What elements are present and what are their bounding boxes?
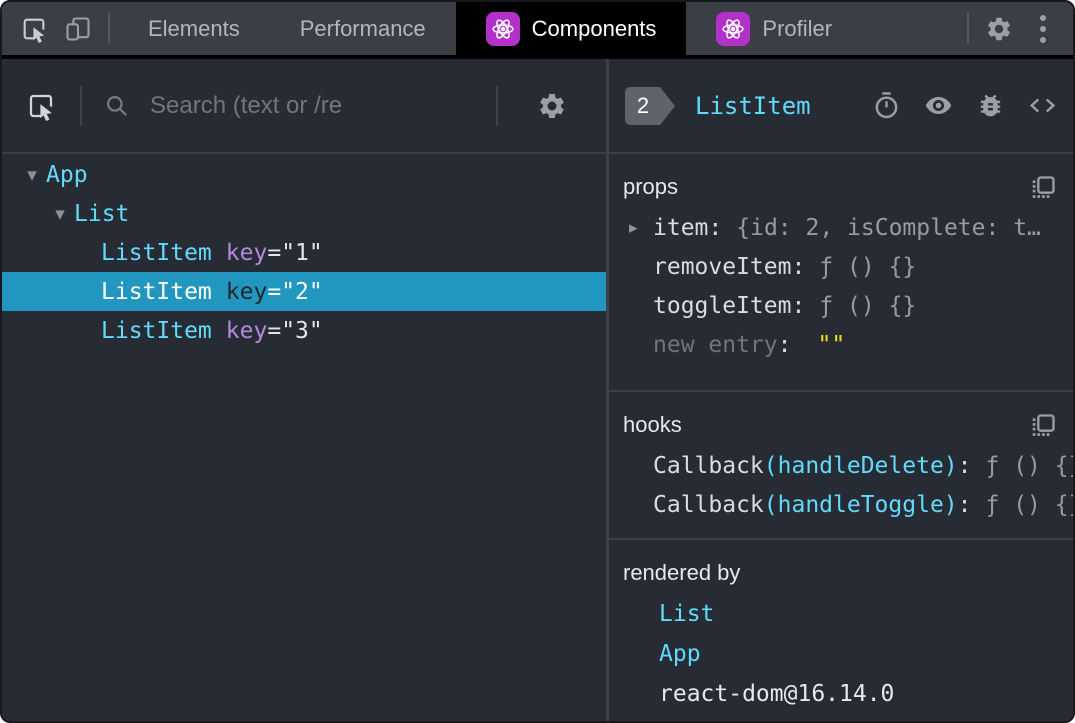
new-entry-value[interactable]: "" [817,332,845,358]
tree-item-listitem-3[interactable]: ListItem key = "3" [2,311,606,350]
renderer-version: react-dom@16.14.0 [659,681,895,707]
hook-row-handletoggle[interactable]: Callback (handleToggle): ƒ () {} [609,485,1073,524]
inspect-icon[interactable] [2,91,80,121]
badge-number: 2 [636,92,650,118]
devtools-tabbar: Elements Performance Components Profiler [2,2,1073,59]
prop-row-removeitem[interactable]: removeItem: ƒ () {} [609,247,1073,286]
tab-components[interactable]: Components [455,2,687,59]
search-icon [107,95,127,116]
owner-link[interactable]: List [659,601,714,627]
react-logo-icon [485,11,520,46]
hook-name: (handleDelete) [763,452,958,479]
colon: : [957,452,972,479]
component-tree: ▾ App ▾ List ListItem key = "1" ListItem key… [2,154,606,721]
section-title: rendered by [623,560,741,585]
hook-name: (handleToggle) [763,491,958,518]
component-name: ListItem [101,239,212,266]
tab-label: Profiler [762,15,833,41]
eye-icon[interactable] [924,91,953,120]
key-attr: key [225,239,268,266]
prop-row-item[interactable]: ▸ item: {id: 2, isComplete: t… [609,208,1073,247]
prop-name: toggleItem: [653,292,806,319]
tree-item-app[interactable]: ▾ App [2,155,606,194]
colon: : [957,491,972,518]
rendered-by-app[interactable]: App [609,634,1073,674]
rendered-by-section: rendered by List App react-dom@16.14.0 [609,540,1073,721]
tab-label: Components [531,15,657,41]
tab-elements[interactable]: Elements [118,2,270,59]
hook-value: ƒ () {} [985,452,1075,479]
react-logo-icon [716,11,751,46]
component-name: ListItem [101,278,212,305]
tabbar-divider [108,13,110,43]
key-value: "1" [281,239,323,266]
tree-item-listitem-1[interactable]: ListItem key = "1" [2,233,606,272]
copy-icon[interactable] [1029,174,1057,207]
inspect-icon[interactable] [12,2,56,55]
expand-arrow-icon[interactable]: ▸ [629,208,638,247]
section-title: props [623,174,679,199]
collapse-arrow-icon[interactable]: ▾ [18,164,46,186]
copy-icon[interactable] [1029,412,1057,445]
hook-row-handledelete[interactable]: Callback (handleDelete): ƒ () {} [609,446,1073,485]
equals-sign: = [267,317,282,344]
bug-icon[interactable] [976,91,1005,120]
gear-icon[interactable] [977,2,1021,55]
stopwatch-icon[interactable] [872,91,901,120]
owner-link[interactable]: App [659,641,701,667]
prop-name: removeItem: [653,253,806,280]
hook-type: Callback [653,491,764,518]
prop-value: {id: 2, isComplete: t… [736,214,1041,241]
equals-sign: = [267,239,282,266]
key-attr: key [225,278,268,305]
hook-value: ƒ () {} [985,491,1075,518]
props-section: props ▸ item: {id: 2, isComplete: t… remo… [609,154,1073,392]
kebab-menu-icon[interactable] [1021,2,1065,55]
component-name: ListItem [101,317,212,344]
hooks-section: hooks Callback (handleDelete): ƒ () {} Cal… [609,392,1073,540]
selected-index-badge: 2 [625,86,677,125]
search-box [82,90,496,121]
tree-item-listitem-2-selected[interactable]: ListItem key = "2" [2,272,606,311]
rendered-by-list[interactable]: List [609,594,1073,634]
tree-item-list[interactable]: ▾ List [2,194,606,233]
component-header: 2 ListItem [609,59,1073,154]
search-input[interactable] [148,90,486,121]
tab-profiler[interactable]: Profiler [686,2,862,59]
tab-label: Elements [148,15,240,41]
key-value: "2" [281,278,323,305]
tree-panel-header [2,59,606,154]
equals-sign: = [267,278,282,305]
prop-name: item: [653,214,723,241]
component-name: List [74,200,130,227]
tab-label: Performance [299,15,426,41]
key-attr: key [225,317,268,344]
component-name: App [46,161,88,188]
prop-value: ƒ () {} [819,253,917,280]
tab-performance[interactable]: Performance [270,2,456,59]
prop-value: ƒ () {} [819,292,917,319]
gear-icon[interactable] [498,91,606,121]
main-area: ▾ App ▾ List ListItemkey="1" ListItemkey… [2,59,1073,721]
device-toolbar-icon[interactable] [56,2,100,55]
prop-row-toggleitem[interactable]: toggleItem: ƒ () {} [609,286,1073,325]
colon: : [777,331,792,358]
prop-row-new-entry[interactable]: new entry: "" [609,325,1073,364]
selected-component-panel: 2 ListItem props ▸ item: {id: 2, isCompl… [609,59,1073,721]
rendered-by-react-dom: react-dom@16.14.0 [609,674,1073,714]
code-brackets-icon[interactable] [1028,91,1057,120]
components-tree-panel: ▾ App ▾ List ListItemkey="1" ListItemkey… [2,59,609,721]
selected-component-name: ListItem [695,91,811,120]
collapse-arrow-icon[interactable]: ▾ [46,203,74,225]
new-entry-label[interactable]: new entry [653,332,778,358]
section-title: hooks [623,412,682,437]
tabbar-divider [967,13,969,43]
devtools-window: Elements Performance Components Profiler [0,0,1075,723]
hook-type: Callback [653,452,764,479]
component-actions [872,91,1073,120]
key-value: "3" [281,317,323,344]
